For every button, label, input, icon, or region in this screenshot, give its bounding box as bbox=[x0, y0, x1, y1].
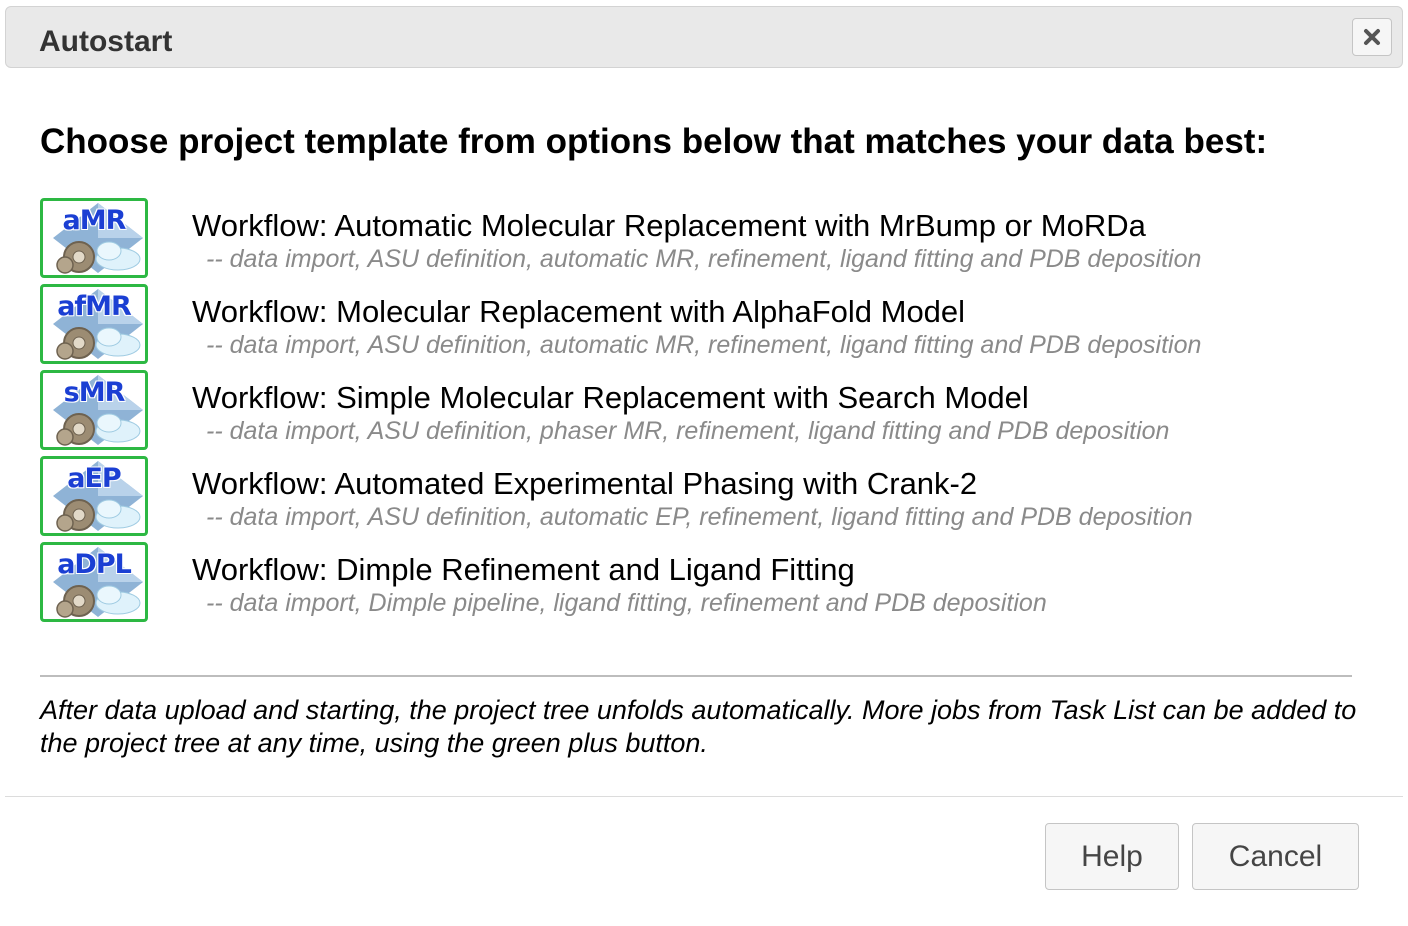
info-note: After data upload and starting, the proj… bbox=[40, 695, 1357, 758]
close-icon bbox=[1364, 29, 1380, 45]
workflow-icon-label: aMR bbox=[62, 205, 127, 236]
workflow-description: -- data import, Dimple pipeline, ligand … bbox=[206, 589, 1047, 617]
workflow-item-afmr[interactable]: afMR Workflow: Molecular Replacement wit… bbox=[40, 284, 1360, 370]
workflow-item-amr[interactable]: aMR Workflow: Automatic Molecular Replac… bbox=[40, 198, 1360, 284]
workflow-description: -- data import, ASU definition, automati… bbox=[206, 503, 1193, 531]
workflow-title[interactable]: Workflow: Molecular Replacement with Alp… bbox=[192, 294, 965, 330]
dialog-titlebar: Autostart bbox=[5, 6, 1403, 68]
workflow-title[interactable]: Workflow: Simple Molecular Replacement w… bbox=[192, 380, 1029, 416]
cancel-button[interactable]: Cancel bbox=[1192, 823, 1359, 890]
help-button[interactable]: Help bbox=[1045, 823, 1179, 890]
workflow-icon-label: aEP bbox=[67, 463, 121, 494]
workflow-item-adpl[interactable]: aDPL Workflow: Dimple Refinement and Lig… bbox=[40, 542, 1360, 628]
workflow-description: -- data import, ASU definition, phaser M… bbox=[206, 417, 1170, 445]
workflow-icon[interactable]: afMR bbox=[40, 284, 148, 364]
dialog-heading: Choose project template from options bel… bbox=[40, 122, 1268, 161]
workflow-title[interactable]: Workflow: Automated Experimental Phasing… bbox=[192, 466, 977, 502]
workflow-item-smr[interactable]: sMR Workflow: Simple Molecular Replaceme… bbox=[40, 370, 1360, 456]
close-button[interactable] bbox=[1352, 18, 1392, 56]
footer-divider bbox=[5, 796, 1403, 797]
workflow-item-aep[interactable]: aEP Workflow: Automated Experimental Pha… bbox=[40, 456, 1360, 542]
workflow-description: -- data import, ASU definition, automati… bbox=[206, 331, 1202, 359]
workflow-icon-label: sMR bbox=[63, 377, 126, 408]
workflow-description: -- data import, ASU definition, automati… bbox=[206, 245, 1202, 273]
workflow-icon-label: afMR bbox=[57, 291, 132, 322]
content-divider bbox=[40, 675, 1352, 677]
workflow-title[interactable]: Workflow: Dimple Refinement and Ligand F… bbox=[192, 552, 855, 588]
workflow-icon[interactable]: sMR bbox=[40, 370, 148, 450]
workflow-icon[interactable]: aMR bbox=[40, 198, 148, 278]
workflow-icon[interactable]: aEP bbox=[40, 456, 148, 536]
dialog-title: Autostart bbox=[39, 25, 173, 58]
workflow-title[interactable]: Workflow: Automatic Molecular Replacemen… bbox=[192, 208, 1146, 244]
workflow-list: aMR Workflow: Automatic Molecular Replac… bbox=[40, 198, 1360, 628]
workflow-icon-label: aDPL bbox=[57, 549, 132, 580]
workflow-icon[interactable]: aDPL bbox=[40, 542, 148, 622]
